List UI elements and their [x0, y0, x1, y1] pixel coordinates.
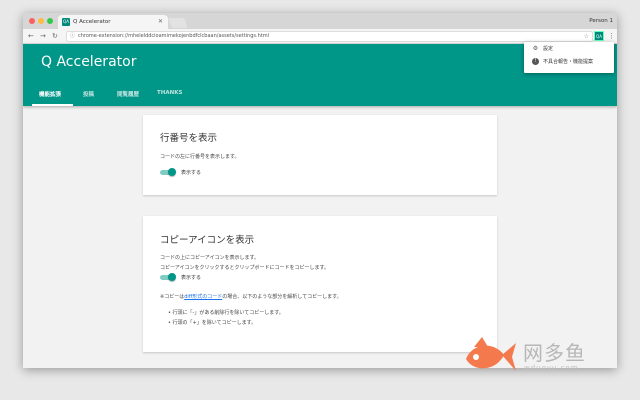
- tab-posts[interactable]: 投稿: [83, 90, 94, 98]
- app-title: Q Accelerator: [41, 54, 137, 70]
- card-description: コピーアイコンをクリックするとクリップボードにコードをコピーします。: [160, 265, 330, 271]
- list-item: • 行頭の「+」を除いてコピーします。: [168, 320, 257, 326]
- menu-item-label: 不具合報告・機能提案: [543, 59, 594, 65]
- extension-popup-menu: ⚙ 設定 ! 不具合報告・機能提案: [524, 42, 614, 73]
- forward-arrow-icon[interactable]: →: [40, 29, 46, 43]
- minimize-window-button[interactable]: [38, 18, 44, 24]
- copy-icon-toggle[interactable]: [160, 273, 176, 281]
- tab-strip: QA Q Accelerator ✕ Person 1: [23, 13, 617, 29]
- card-description: コードの左に行番号を表示します。: [160, 154, 240, 160]
- watermark-text: 网多鱼: [523, 341, 586, 365]
- fish-logo-icon: [466, 337, 516, 371]
- browser-window: QA Q Accelerator ✕ Person 1 ← → ↻ ⓘ chro…: [23, 13, 617, 368]
- list-item: • 行頭に「-」がある削除行を除いてコピーします。: [168, 310, 284, 316]
- profile-button[interactable]: Person 1: [589, 13, 613, 29]
- card-description: コードの上にコピーアイコンを表示します。: [160, 255, 260, 261]
- watermark-subtext: wduoyu.com: [524, 364, 579, 372]
- toggle-label: 表示する: [181, 275, 202, 281]
- tab-close-icon[interactable]: ✕: [158, 15, 163, 29]
- menu-item-label: 設定: [543, 46, 554, 52]
- reload-icon[interactable]: ↻: [52, 29, 58, 43]
- extension-icon[interactable]: QA: [594, 31, 604, 41]
- tab-extensions[interactable]: 機能拡張: [39, 90, 61, 98]
- browser-tab[interactable]: QA Q Accelerator ✕: [58, 15, 168, 29]
- url-text: chrome-extension://mhelelddcioamimekojen…: [78, 33, 269, 39]
- new-tab-button[interactable]: [168, 18, 188, 28]
- app-favicon-icon: QA: [62, 18, 70, 26]
- tab-title: Q Accelerator: [73, 19, 111, 25]
- tab-thanks[interactable]: THANKS: [157, 90, 182, 96]
- maximize-window-button[interactable]: [47, 18, 53, 24]
- diff-note: ※コピーはdiff形式のコードの場合、以下のような部分を解析してコピーします。: [160, 294, 342, 300]
- line-numbers-toggle[interactable]: [160, 168, 176, 176]
- diff-format-link[interactable]: diff形式のコード: [184, 294, 222, 300]
- close-window-button[interactable]: [29, 18, 35, 24]
- setting-card-copy-icon: コピーアイコンを表示 コードの上にコピーアイコンを表示します。 コピーアイコンを…: [143, 216, 497, 352]
- menu-item-report[interactable]: ! 不具合報告・機能提案: [532, 57, 593, 67]
- tab-history[interactable]: 閲覧履歴: [117, 90, 139, 98]
- card-title: 行番号を表示: [160, 133, 218, 144]
- setting-card-line-numbers: 行番号を表示 コードの左に行番号を表示します。 表示する: [143, 115, 497, 195]
- address-bar[interactable]: ⓘ chrome-extension://mhelelddcioamimekoj…: [66, 31, 593, 42]
- toggle-label: 表示する: [181, 170, 202, 176]
- bookmark-star-icon[interactable]: ☆: [584, 32, 589, 41]
- page-info-icon[interactable]: ⓘ: [70, 32, 75, 41]
- browser-menu-icon[interactable]: ⋮: [608, 29, 615, 43]
- gear-icon: ⚙: [532, 45, 539, 52]
- card-title: コピーアイコンを表示: [160, 235, 255, 246]
- active-tab-indicator: [32, 104, 73, 106]
- info-icon: !: [532, 58, 539, 65]
- back-arrow-icon[interactable]: ←: [28, 29, 34, 43]
- menu-item-settings[interactable]: ⚙ 設定: [532, 44, 553, 54]
